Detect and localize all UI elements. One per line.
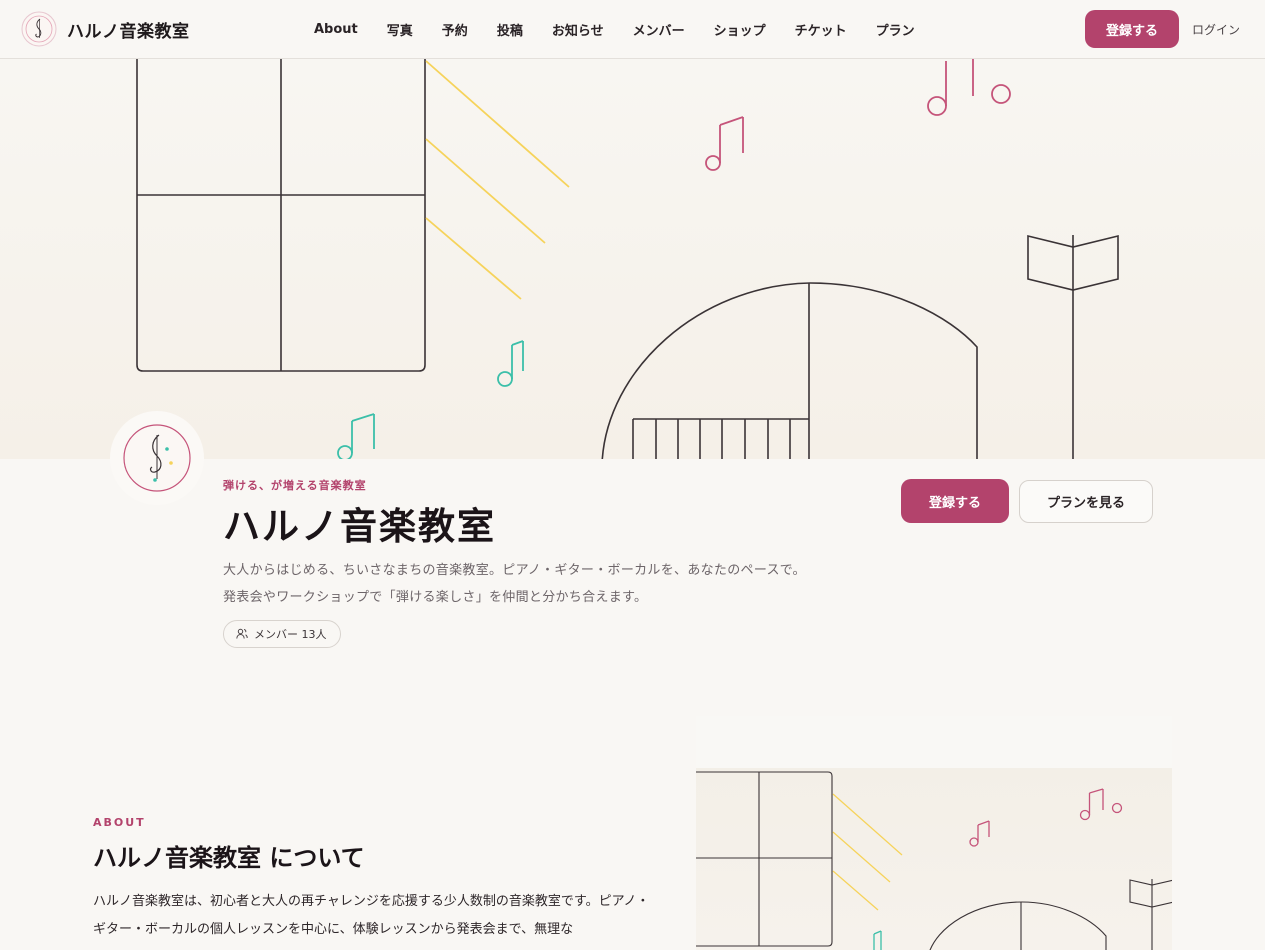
member-count-badge[interactable]: メンバー 13人	[223, 620, 341, 648]
hero-description-line-2: 発表会やワークショップで「弾ける楽しさ」を仲間と分かち合えます。	[223, 590, 648, 605]
about-window-illustration	[696, 771, 833, 947]
about-piano-illustration	[929, 901, 1107, 950]
about-music-stand-illustration	[1129, 879, 1172, 950]
hero-cover-illustration	[0, 59, 1265, 459]
profile-avatar	[110, 411, 204, 505]
nav-item-photos[interactable]: 写真	[387, 20, 413, 39]
top-navigation-bar: ハルノ音楽教室 About 写真 予約 投稿 お知らせ メンバー ショップ チケ…	[0, 0, 1265, 59]
brand-name: ハルノ音楽教室	[67, 21, 190, 42]
hero-register-button[interactable]: 登録する	[901, 479, 1009, 523]
nav-item-about[interactable]: About	[314, 22, 358, 37]
hero-description-line-1: 大人からはじめる、ちいさなまちの音楽教室。ピアノ・ギター・ボーカルを、あなたのペ…	[223, 563, 806, 578]
nav-item-shop[interactable]: ショップ	[714, 20, 766, 39]
piano-illustration	[601, 282, 978, 459]
about-body: ハルノ音楽教室は、初心者と大人の再チャレンジを応援する少人数制の音楽教室です。ピ…	[93, 894, 650, 937]
members-icon	[236, 628, 248, 639]
main-nav: About 写真 予約 投稿 お知らせ メンバー ショップ チケット プラン	[314, 0, 944, 59]
view-plans-button[interactable]: プランを見る	[1019, 480, 1153, 523]
window-illustration	[136, 59, 426, 372]
nav-item-posts[interactable]: 投稿	[497, 20, 523, 39]
brand[interactable]: ハルノ音楽教室	[21, 11, 190, 47]
about-illustration	[696, 716, 1172, 950]
cover-illustration-graphic	[136, 59, 1119, 459]
register-button[interactable]: 登録する	[1085, 10, 1179, 48]
nav-item-tickets[interactable]: チケット	[795, 20, 847, 39]
brand-logo-icon	[21, 11, 57, 47]
about-light-rays	[832, 793, 903, 911]
hero-tagline: 弾ける、が増える音楽教室	[223, 479, 367, 492]
light-rays	[425, 60, 570, 300]
music-notes-pink	[705, 59, 1011, 171]
page-title: ハルノ音楽教室	[223, 505, 496, 548]
nav-item-booking[interactable]: 予約	[442, 20, 468, 39]
music-notes-teal	[337, 340, 524, 459]
about-title: ハルノ音楽教室 について	[93, 844, 365, 872]
music-stand-illustration	[1027, 234, 1119, 459]
nav-item-members[interactable]: メンバー	[633, 20, 685, 39]
login-link[interactable]: ログイン	[1192, 21, 1240, 38]
member-count-label: メンバー 13人	[254, 628, 327, 641]
about-illustration-graphic	[696, 771, 1172, 950]
about-music-note-teal	[873, 930, 882, 950]
nav-item-plans[interactable]: プラン	[876, 20, 915, 39]
nav-item-news[interactable]: お知らせ	[552, 20, 604, 39]
treble-clef-icon	[123, 424, 191, 492]
about-music-notes-pink	[969, 788, 1123, 847]
about-eyebrow: ABOUT	[93, 816, 146, 829]
